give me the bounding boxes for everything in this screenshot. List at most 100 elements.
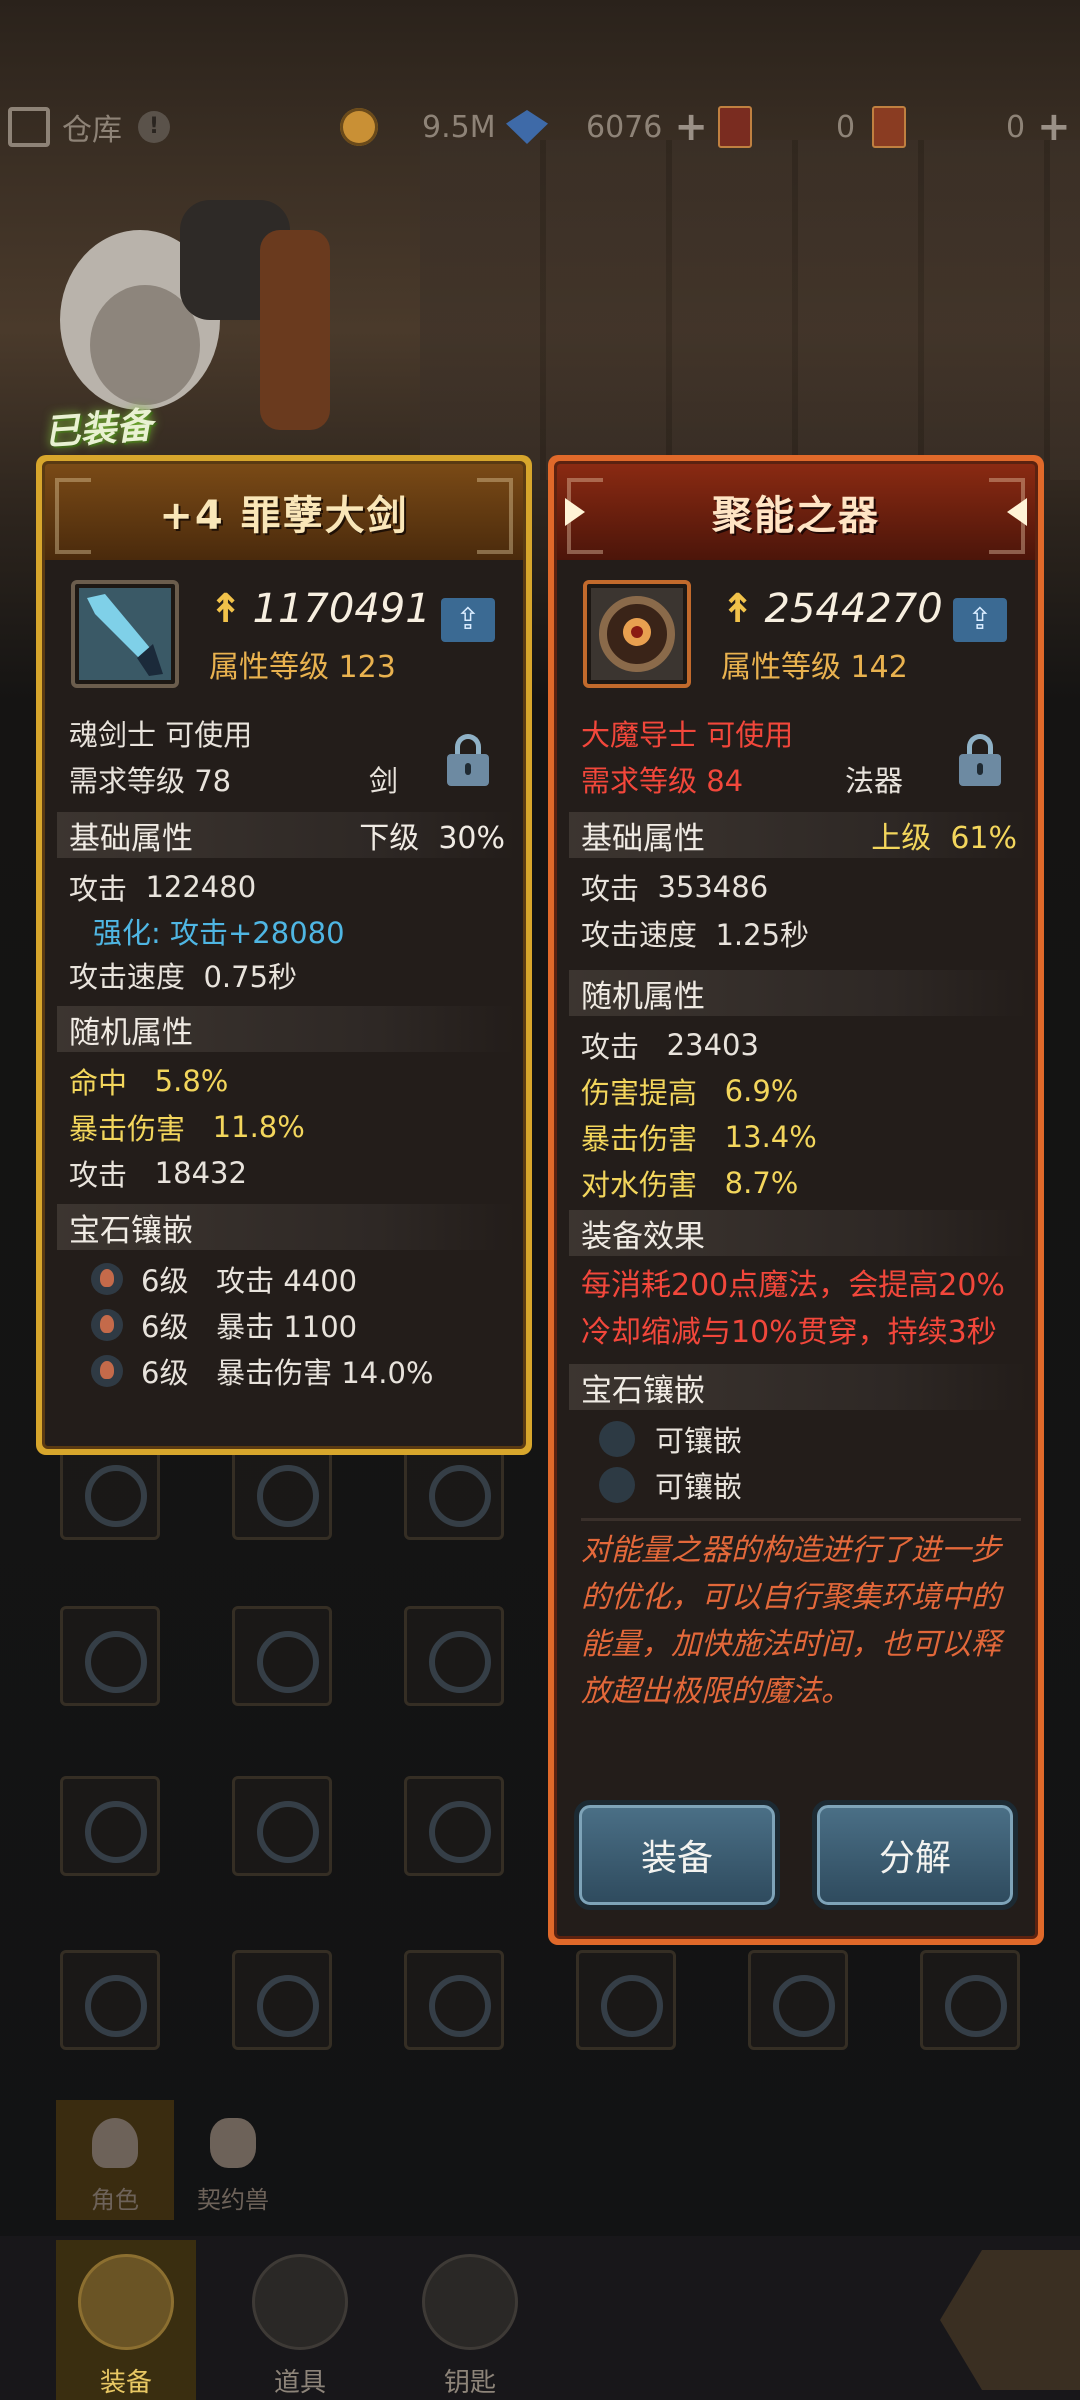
equipped-item-panel: +4 罪孽大剑 ↟ 1170491 属性等级 123 ⇪ 魂剑士 可使用 需求等级… — [36, 455, 532, 1455]
gold-card-icon — [872, 106, 906, 148]
inventory-slot[interactable] — [232, 1440, 332, 1540]
warehouse-button[interactable]: 仓库 ! — [8, 95, 170, 159]
gem-icon — [91, 1355, 123, 1387]
section-title: 基础属性 — [69, 820, 193, 857]
equip-effect-text: 每消耗200点魔法，会提高20%冷却缩减与10%贯穿，持续3秒 — [581, 1268, 1005, 1350]
bottom-navigation: 装备 道具 钥匙 — [0, 2236, 1080, 2400]
inventory-slot[interactable] — [232, 1950, 332, 2050]
attribute-level: 属性等级 123 — [209, 650, 396, 685]
coin-amount: 9.5M — [422, 109, 496, 145]
usable-class: 魂剑士 可使用 — [69, 718, 253, 752]
empty-gem-slot[interactable]: 可镶嵌 — [581, 1416, 1021, 1462]
gem-counter: 6076 + — [506, 95, 708, 159]
inventory-slot[interactable] — [404, 1606, 504, 1706]
gem-icon — [91, 1309, 123, 1341]
add-cards-icon[interactable]: + — [1037, 104, 1071, 150]
lock-icon[interactable] — [447, 734, 489, 786]
new-item-panel: 聚能之器 ↟ 2544270 属性等级 142 ⇪ 大魔导士 可使用 需求等级 8… — [548, 455, 1044, 1945]
coin-counter: 9.5M — [340, 95, 496, 159]
warehouse-label: 仓库 — [62, 113, 122, 148]
prev-arrow-icon[interactable] — [565, 498, 585, 526]
coin-icon — [340, 108, 378, 146]
gem-icon — [91, 1263, 123, 1295]
gold-card-amount: 0 — [1006, 109, 1026, 145]
inventory-slot[interactable] — [404, 1440, 504, 1540]
gem-row: 6级 暴击伤害 14.0% — [69, 1348, 509, 1394]
requirement-row: 需求等级 84 法器 — [581, 734, 1021, 802]
random-stat-row: 伤害提高 6.9% — [581, 1074, 799, 1110]
tab-label: 契约兽 — [197, 2186, 269, 2214]
equip-button[interactable]: 装备 — [574, 1800, 780, 1910]
random-stat-row: 对水伤害 8.7% — [581, 1166, 799, 1202]
game-screen: 仓库 ! 9.5M 6076 + 0 0 + 已装备 +4 罪孽大剑 ↟ 117… — [0, 0, 1080, 2400]
add-gems-icon[interactable]: + — [674, 104, 708, 150]
nav-items[interactable]: 道具 — [230, 2240, 370, 2400]
inventory-slot[interactable] — [232, 1776, 332, 1876]
warehouse-icon — [8, 107, 50, 147]
stat-row: 攻击 353486 — [581, 870, 769, 906]
tab-label: 角色 — [91, 2186, 139, 2214]
requirement-row: 需求等级 78 剑 — [69, 734, 509, 802]
crossed-swords-icon — [78, 2254, 174, 2350]
base-grade: 上级 61% — [871, 821, 1017, 856]
inventory-slot[interactable] — [920, 1950, 1020, 2050]
lock-icon[interactable] — [959, 734, 1001, 786]
random-stat-row: 攻击 18432 — [69, 1156, 247, 1192]
empty-gem-slot[interactable]: 可镶嵌 — [581, 1462, 1021, 1508]
gem-amount: 6076 — [586, 109, 663, 145]
power-rating: ↟ 1170491 — [209, 586, 431, 632]
nav-equipment[interactable]: 装备 — [56, 2240, 196, 2400]
orb-relic-icon — [583, 580, 691, 688]
item-type: 剑 — [369, 764, 399, 798]
required-level: 需求等级 78 — [69, 764, 232, 798]
base-grade: 下级 30% — [359, 821, 505, 856]
dismantle-button[interactable]: 分解 — [812, 1800, 1018, 1910]
enhance-row: 强化: 攻击+28080 — [93, 916, 345, 950]
chest-icon — [252, 2254, 348, 2350]
nav-label: 装备 — [99, 2368, 152, 2398]
nav-label: 钥匙 — [443, 2368, 496, 2398]
inventory-slot[interactable] — [60, 1440, 160, 1540]
item-type: 法器 — [845, 764, 904, 798]
tab-contract-beast[interactable]: 契约兽 — [174, 2100, 292, 2220]
usable-class: 大魔导士 可使用 — [581, 718, 794, 752]
inventory-slot[interactable] — [404, 1950, 504, 2050]
random-stat-row: 暴击伤害 13.4% — [581, 1120, 817, 1156]
red-card-amount: 0 — [836, 109, 856, 145]
nav-keys[interactable]: 钥匙 — [400, 2240, 540, 2400]
equipped-tag: 已装备 — [42, 405, 154, 454]
gem-row: 6级 攻击 4400 — [69, 1256, 509, 1302]
random-stat-row: 暴击伤害 11.8% — [69, 1110, 305, 1146]
gem-socket-header: 宝石镶嵌 — [57, 1204, 515, 1250]
inventory-slot[interactable] — [232, 1606, 332, 1706]
gold-card-counter: 0 + — [872, 95, 1071, 159]
red-card-icon — [718, 106, 752, 148]
inventory-slot[interactable] — [576, 1950, 676, 2050]
key-icon — [422, 2254, 518, 2350]
attribute-level: 属性等级 142 — [721, 650, 908, 685]
required-level: 需求等级 84 — [581, 764, 744, 798]
character-icon — [92, 2118, 138, 2168]
stat-row: 攻击速度 0.75秒 — [69, 960, 298, 994]
gem-socket-header: 宝石镶嵌 — [569, 1364, 1027, 1410]
share-icon[interactable]: ⇪ — [441, 598, 495, 642]
inventory-slot[interactable] — [60, 1950, 160, 2050]
nav-label: 道具 — [273, 2368, 326, 2398]
next-arrow-icon[interactable] — [1007, 498, 1027, 526]
random-attributes-header: 随机属性 — [569, 970, 1027, 1016]
inventory-slot[interactable] — [404, 1776, 504, 1876]
stat-row: 攻击速度 1.25秒 — [581, 918, 810, 952]
tab-character[interactable]: 角色 — [56, 2100, 174, 2220]
share-icon[interactable]: ⇪ — [953, 598, 1007, 642]
paw-icon — [210, 2118, 256, 2168]
inventory-slot[interactable] — [748, 1950, 848, 2050]
inventory-slot[interactable] — [60, 1606, 160, 1706]
power-rating: ↟ 2544270 — [721, 586, 943, 632]
stat-row: 攻击 122480 — [69, 870, 257, 906]
sword-icon — [71, 580, 179, 688]
inventory-slot[interactable] — [60, 1776, 160, 1876]
equipped-item-title: +4 罪孽大剑 — [45, 464, 523, 560]
info-icon[interactable]: ! — [138, 111, 170, 143]
random-stat-row: 命中 5.8% — [69, 1064, 229, 1100]
gem-icon — [506, 110, 548, 144]
